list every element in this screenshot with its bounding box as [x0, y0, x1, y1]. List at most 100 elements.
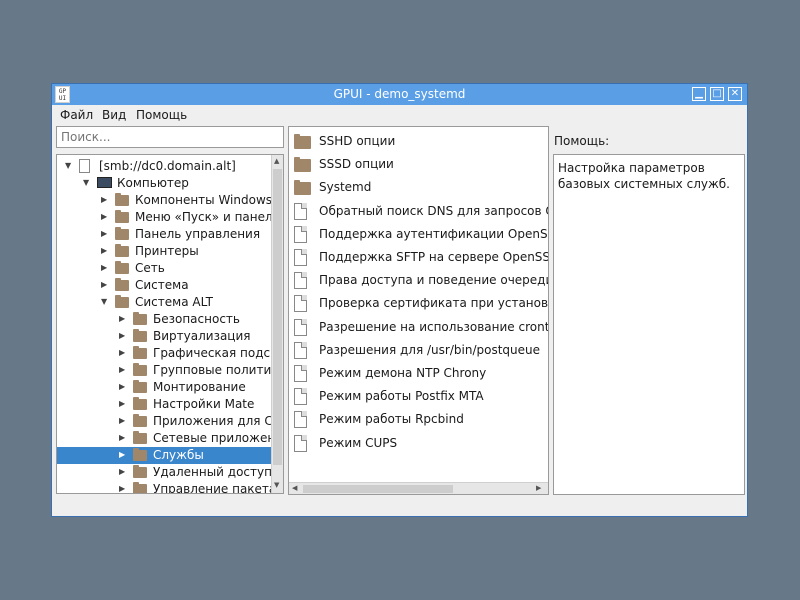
expand-arrow-icon[interactable]: ▶: [119, 331, 125, 340]
tree-item[interactable]: ▼ [smb://dc0.domain.alt]: [57, 158, 271, 175]
expand-arrow-icon[interactable]: ▶: [101, 229, 107, 238]
expand-arrow-icon[interactable]: ▶: [119, 433, 125, 442]
list-item[interactable]: Режим работы Postfix MTA: [289, 385, 548, 408]
expand-arrow-icon[interactable]: ▶: [101, 246, 107, 255]
tree-item[interactable]: ▶ Приложения для CD...: [57, 413, 283, 430]
list-item-label: Поддержка SFTP на сервере OpenSSH: [319, 250, 549, 264]
list-item-label: Права доступа и поведение очереди задани…: [319, 273, 549, 288]
tree-item[interactable]: ▶ Групповые политики: [57, 362, 283, 379]
scroll-thumb[interactable]: [303, 485, 453, 493]
tree-item[interactable]: ▶ Настройки Mate: [57, 396, 271, 413]
document-icon: [294, 341, 307, 359]
computer-icon: [97, 177, 112, 188]
minimize-button[interactable]: ▁: [692, 87, 706, 101]
list-item[interactable]: Systemd: [289, 176, 548, 199]
tree-item-label: Приложения для CD...: [153, 414, 284, 428]
scroll-down-arrow-icon[interactable]: ▼: [274, 481, 279, 489]
expand-arrow-icon[interactable]: ▶: [119, 450, 125, 459]
document-icon: [294, 225, 307, 243]
tree-item[interactable]: ▶ Графическая подсис...: [57, 345, 283, 362]
folder-icon: [294, 157, 311, 173]
expand-arrow-icon[interactable]: ▶: [119, 348, 125, 357]
collapse-arrow-icon[interactable]: ▼: [65, 161, 71, 170]
document-icon: [294, 434, 307, 452]
close-button[interactable]: ✕: [728, 87, 742, 101]
list-item[interactable]: SSHD опции: [289, 130, 548, 153]
tree-item-label: Службы: [153, 448, 204, 462]
folder-icon: [133, 465, 147, 478]
expand-arrow-icon[interactable]: ▶: [101, 195, 107, 204]
tree-item-label: Система: [135, 278, 189, 292]
list-item[interactable]: Разрешение на использование crontab: [289, 316, 548, 339]
search-input[interactable]: [56, 126, 284, 148]
folder-icon: [133, 431, 147, 444]
list-item[interactable]: Разрешения для /usr/bin/postqueue: [289, 339, 548, 362]
folder-icon: [133, 397, 147, 410]
tree-vertical-scrollbar[interactable]: ▲ ▼: [271, 155, 283, 493]
collapse-arrow-icon[interactable]: ▼: [101, 297, 107, 306]
tree-item[interactable]: ▶ Сеть: [57, 260, 271, 277]
expand-arrow-icon[interactable]: ▶: [119, 314, 125, 323]
folder-icon: [115, 227, 129, 240]
expand-arrow-icon[interactable]: ▶: [119, 484, 125, 493]
tree-item[interactable]: ▶ Сетевые приложения: [57, 430, 283, 447]
expand-arrow-icon[interactable]: ▶: [119, 416, 125, 425]
tree-item[interactable]: ▶ Принтеры: [57, 243, 271, 260]
tree-item-label: Панель управления: [135, 227, 261, 241]
tree-item[interactable]: ▶ Панель управления: [57, 226, 271, 243]
list-item[interactable]: Поддержка SFTP на сервере OpenSSH: [289, 246, 548, 269]
tree-item[interactable]: ▶ Безопасность: [57, 311, 271, 328]
tree-item[interactable]: ▶ Управление пакетами: [57, 481, 283, 493]
list-item-label: Проверка сертификата при установлении со…: [319, 296, 549, 311]
menu-help[interactable]: Помощь: [136, 108, 187, 122]
tree-item[interactable]: ▶ Удаленный доступ ч...: [57, 464, 283, 481]
scroll-left-arrow-icon[interactable]: ◀: [292, 484, 297, 492]
tree-item[interactable]: ▶ Виртуализация: [57, 328, 271, 345]
tree-item[interactable]: ▶ Монтирование: [57, 379, 271, 396]
list-item[interactable]: Обратный поиск DNS для запросов OpenLDAP: [289, 200, 548, 223]
list-item[interactable]: Режим работы Rpcbind: [289, 408, 548, 431]
expand-arrow-icon[interactable]: ▶: [119, 365, 125, 374]
tree-item[interactable]: ▼ Компьютер: [57, 175, 271, 192]
document-icon: [294, 411, 307, 429]
tree-item-label: Управление пакетами: [153, 482, 284, 494]
expand-arrow-icon[interactable]: ▶: [119, 467, 125, 476]
maximize-button[interactable]: □: [710, 87, 724, 101]
menu-bar: Файл Вид Помощь: [52, 105, 747, 125]
tree-item[interactable]: ▶ Службы: [57, 447, 271, 464]
list-item[interactable]: Проверка сертификата при установлении со…: [289, 292, 548, 315]
expand-arrow-icon[interactable]: ▶: [101, 212, 107, 221]
list-item[interactable]: Поддержка аутентификации OpenSSH-клиента: [289, 223, 548, 246]
list-item[interactable]: Режим CUPS: [289, 432, 548, 455]
collapse-arrow-icon[interactable]: ▼: [83, 178, 89, 187]
folder-icon: [133, 329, 147, 342]
document-icon: [294, 295, 307, 313]
expand-arrow-icon[interactable]: ▶: [119, 382, 125, 391]
folder-icon: [133, 448, 147, 461]
list-horizontal-scrollbar[interactable]: ◀ ▶: [289, 482, 548, 494]
menu-file[interactable]: Файл: [60, 108, 93, 122]
folder-icon: [115, 295, 129, 308]
list-item[interactable]: SSSD опции: [289, 153, 548, 176]
tree-item-label: [smb://dc0.domain.alt]: [99, 159, 236, 173]
list-item[interactable]: Режим демона NTP Chrony: [289, 362, 548, 385]
tree-item[interactable]: ▶ Система: [57, 277, 271, 294]
tree-item-label: Сетевые приложения: [153, 431, 284, 445]
tree-item[interactable]: ▼ Система ALT: [57, 294, 271, 311]
menu-view[interactable]: Вид: [102, 108, 126, 122]
tree-item[interactable]: ▶ Компоненты Windows: [57, 192, 273, 209]
expand-arrow-icon[interactable]: ▶: [101, 280, 107, 289]
title-bar[interactable]: GP UI GPUI - demo_systemd ▁ □ ✕: [52, 84, 747, 105]
help-title: Помощь:: [554, 134, 610, 148]
list-item[interactable]: Права доступа и поведение очереди задани…: [289, 269, 548, 292]
tree-item-label: Компоненты Windows: [135, 193, 273, 207]
expand-arrow-icon[interactable]: ▶: [119, 399, 125, 408]
folder-icon: [115, 244, 129, 257]
window-title: GPUI - demo_systemd: [333, 87, 466, 101]
scroll-up-arrow-icon[interactable]: ▲: [274, 157, 279, 165]
tree-item[interactable]: ▶ Меню «Пуск» и панель ...: [57, 209, 283, 226]
scroll-right-arrow-icon[interactable]: ▶: [536, 484, 541, 492]
document-icon: [294, 318, 307, 336]
expand-arrow-icon[interactable]: ▶: [101, 263, 107, 272]
scroll-thumb[interactable]: [273, 169, 282, 465]
